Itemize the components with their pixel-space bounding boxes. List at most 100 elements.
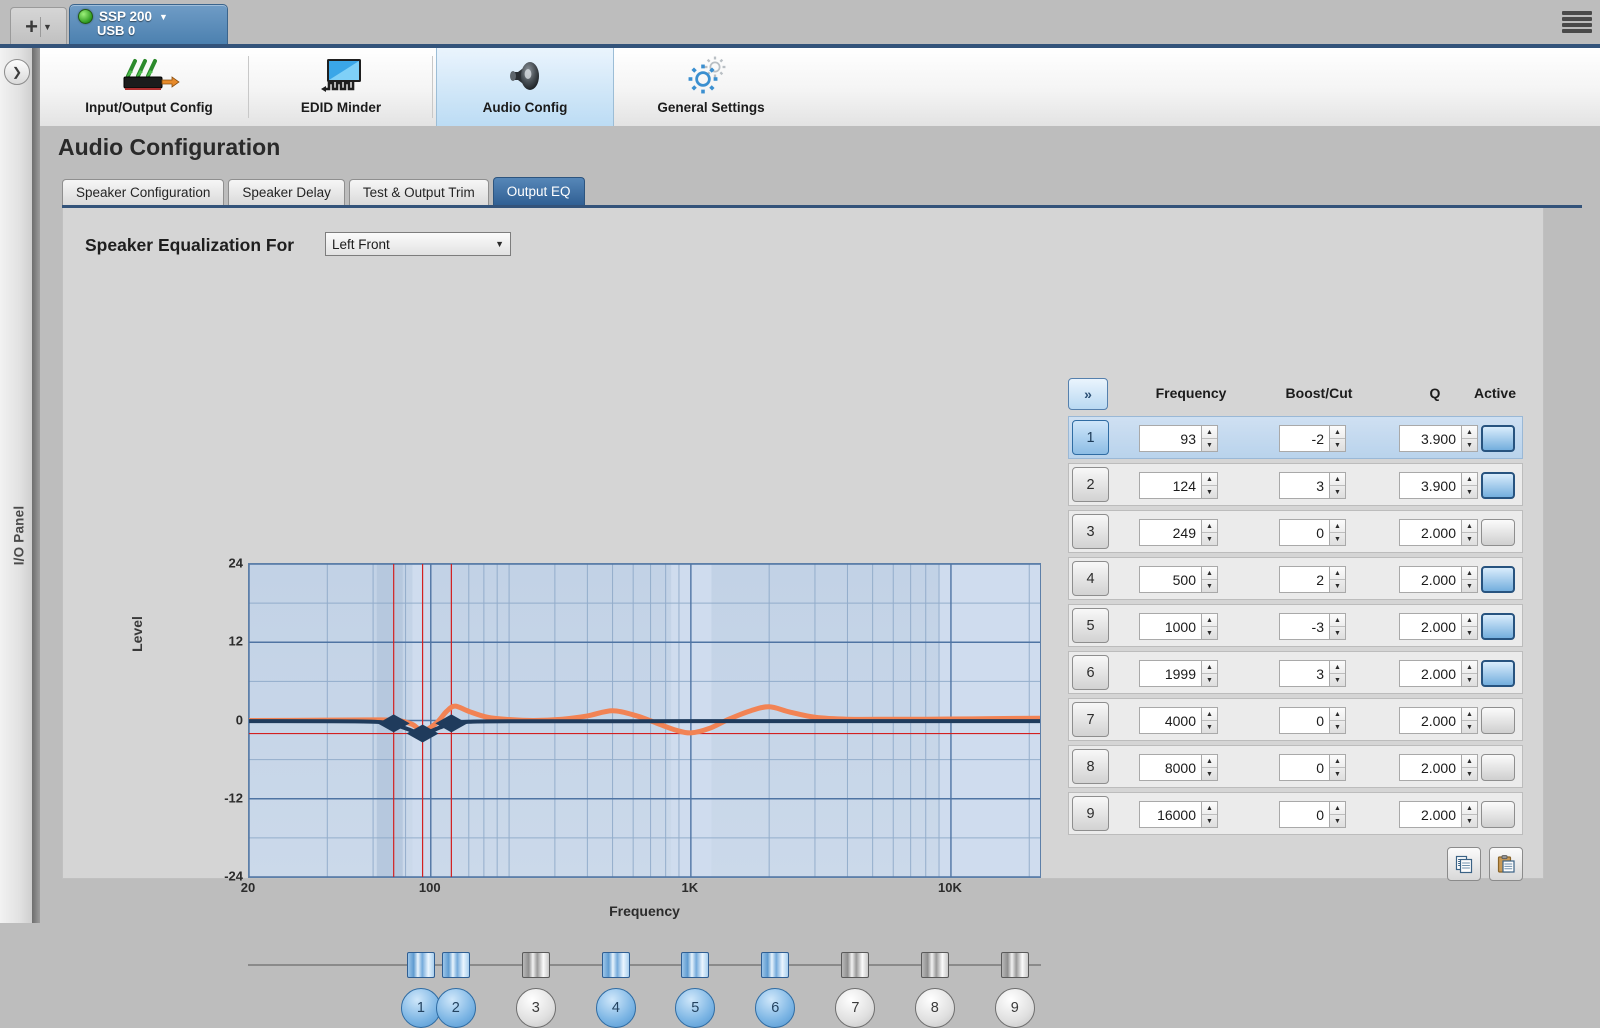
active-toggle[interactable]	[1481, 801, 1515, 828]
frequency-input[interactable]: 1999 ▲ ▼	[1139, 660, 1218, 687]
q-input-stepper[interactable]: ▲ ▼	[1461, 472, 1478, 499]
toolbar-audio-config[interactable]: Audio Config	[436, 48, 614, 126]
q-input[interactable]: 2.000 ▲ ▼	[1399, 519, 1478, 546]
boost-cut-input-value[interactable]: 0	[1279, 754, 1329, 781]
boost-cut-input[interactable]: 3 ▲ ▼	[1279, 472, 1346, 499]
active-toggle[interactable]	[1481, 613, 1515, 640]
chevron-down-icon[interactable]: ▼	[43, 22, 52, 32]
q-input-stepper[interactable]: ▲ ▼	[1461, 613, 1478, 640]
table-row[interactable]: 8 8000 ▲ ▼ 0 ▲ ▼ 2.000 ▲ ▼	[1068, 745, 1523, 788]
stepper-down-icon[interactable]: ▼	[1462, 439, 1477, 451]
stepper-up-icon[interactable]: ▲	[1330, 426, 1345, 439]
boost-cut-input[interactable]: 2 ▲ ▼	[1279, 566, 1346, 593]
new-device-button[interactable]: + ▼	[10, 7, 67, 46]
band-knob-2[interactable]: 2	[436, 988, 476, 1028]
stepper-up-icon[interactable]: ▲	[1202, 426, 1217, 439]
boost-cut-input-value[interactable]: 0	[1279, 801, 1329, 828]
stepper-down-icon[interactable]: ▼	[1202, 439, 1217, 451]
band-knob-6[interactable]: 6	[755, 988, 795, 1028]
stepper-down-icon[interactable]: ▼	[1330, 721, 1345, 733]
boost-cut-input[interactable]: -3 ▲ ▼	[1279, 613, 1346, 640]
stepper-down-icon[interactable]: ▼	[1202, 674, 1217, 686]
frequency-input-stepper[interactable]: ▲ ▼	[1201, 660, 1218, 687]
q-input-stepper[interactable]: ▲ ▼	[1461, 707, 1478, 734]
frequency-input[interactable]: 500 ▲ ▼	[1139, 566, 1218, 593]
stepper-up-icon[interactable]: ▲	[1330, 614, 1345, 627]
frequency-input-stepper[interactable]: ▲ ▼	[1201, 519, 1218, 546]
q-input-value[interactable]: 2.000	[1399, 801, 1461, 828]
active-toggle[interactable]	[1481, 472, 1515, 499]
stepper-down-icon[interactable]: ▼	[1462, 627, 1477, 639]
table-row[interactable]: 7 4000 ▲ ▼ 0 ▲ ▼ 2.000 ▲ ▼	[1068, 698, 1523, 741]
q-input-value[interactable]: 3.900	[1399, 472, 1461, 499]
frequency-input-stepper[interactable]: ▲ ▼	[1201, 754, 1218, 781]
frequency-input-value[interactable]: 16000	[1139, 801, 1201, 828]
q-input[interactable]: 2.000 ▲ ▼	[1399, 566, 1478, 593]
band-slider-handle-8[interactable]	[921, 952, 949, 978]
q-input-stepper[interactable]: ▲ ▼	[1461, 519, 1478, 546]
band-knob-5[interactable]: 5	[675, 988, 715, 1028]
boost-cut-input-value[interactable]: -2	[1279, 425, 1329, 452]
band-knob-3[interactable]: 3	[516, 988, 556, 1028]
stepper-down-icon[interactable]: ▼	[1462, 815, 1477, 827]
toolbar-general-settings[interactable]: General Settings	[618, 48, 804, 126]
toolbar-edid-minder[interactable]: EDID Minder	[256, 48, 426, 126]
boost-cut-input[interactable]: 3 ▲ ▼	[1279, 660, 1346, 687]
band-slider-handle-5[interactable]	[681, 952, 709, 978]
frequency-input-value[interactable]: 124	[1139, 472, 1201, 499]
tab-output-eq[interactable]: Output EQ	[493, 177, 585, 206]
stepper-up-icon[interactable]: ▲	[1330, 567, 1345, 580]
stepper-down-icon[interactable]: ▼	[1330, 815, 1345, 827]
table-row[interactable]: 2 124 ▲ ▼ 3 ▲ ▼ 3.900 ▲ ▼	[1068, 463, 1523, 506]
band-number-button[interactable]: 8	[1072, 749, 1109, 784]
stepper-down-icon[interactable]: ▼	[1330, 768, 1345, 780]
frequency-input-value[interactable]: 8000	[1139, 754, 1201, 781]
table-row[interactable]: 4 500 ▲ ▼ 2 ▲ ▼ 2.000 ▲ ▼	[1068, 557, 1523, 600]
frequency-input-value[interactable]: 249	[1139, 519, 1201, 546]
boost-cut-input-stepper[interactable]: ▲ ▼	[1329, 801, 1346, 828]
boost-cut-input[interactable]: 0 ▲ ▼	[1279, 754, 1346, 781]
band-number-button[interactable]: 4	[1072, 561, 1109, 596]
stepper-down-icon[interactable]: ▼	[1462, 486, 1477, 498]
stepper-up-icon[interactable]: ▲	[1462, 520, 1477, 533]
boost-cut-input-stepper[interactable]: ▲ ▼	[1329, 519, 1346, 546]
q-input-value[interactable]: 2.000	[1399, 613, 1461, 640]
stepper-up-icon[interactable]: ▲	[1330, 473, 1345, 486]
frequency-input-value[interactable]: 1000	[1139, 613, 1201, 640]
boost-cut-input-value[interactable]: 0	[1279, 707, 1329, 734]
stepper-down-icon[interactable]: ▼	[1330, 439, 1345, 451]
chevron-down-icon[interactable]: ▼	[159, 12, 168, 22]
active-toggle[interactable]	[1481, 754, 1515, 781]
stepper-down-icon[interactable]: ▼	[1202, 768, 1217, 780]
frequency-input-stepper[interactable]: ▲ ▼	[1201, 472, 1218, 499]
stepper-down-icon[interactable]: ▼	[1462, 721, 1477, 733]
stepper-up-icon[interactable]: ▲	[1202, 661, 1217, 674]
band-knob-7[interactable]: 7	[835, 988, 875, 1028]
band-slider-handle-7[interactable]	[841, 952, 869, 978]
band-slider-handle-4[interactable]	[602, 952, 630, 978]
tab-speaker-configuration[interactable]: Speaker Configuration	[62, 179, 224, 206]
stepper-down-icon[interactable]: ▼	[1330, 627, 1345, 639]
q-input-stepper[interactable]: ▲ ▼	[1461, 566, 1478, 593]
stepper-up-icon[interactable]: ▲	[1330, 708, 1345, 721]
table-row[interactable]: 5 1000 ▲ ▼ -3 ▲ ▼ 2.000 ▲ ▼	[1068, 604, 1523, 647]
boost-cut-input-stepper[interactable]: ▲ ▼	[1329, 425, 1346, 452]
band-number-button[interactable]: 9	[1072, 796, 1109, 831]
stepper-down-icon[interactable]: ▼	[1202, 580, 1217, 592]
q-input-value[interactable]: 3.900	[1399, 425, 1461, 452]
frequency-input[interactable]: 124 ▲ ▼	[1139, 472, 1218, 499]
active-toggle[interactable]	[1481, 707, 1515, 734]
table-row[interactable]: 3 249 ▲ ▼ 0 ▲ ▼ 2.000 ▲ ▼	[1068, 510, 1523, 553]
boost-cut-input-value[interactable]: 3	[1279, 660, 1329, 687]
stepper-down-icon[interactable]: ▼	[1330, 674, 1345, 686]
stepper-down-icon[interactable]: ▼	[1202, 815, 1217, 827]
boost-cut-input-stepper[interactable]: ▲ ▼	[1329, 660, 1346, 687]
expand-io-panel-icon[interactable]: ❯	[4, 59, 30, 85]
q-input[interactable]: 3.900 ▲ ▼	[1399, 425, 1478, 452]
frequency-input[interactable]: 16000 ▲ ▼	[1139, 801, 1218, 828]
boost-cut-input-stepper[interactable]: ▲ ▼	[1329, 566, 1346, 593]
active-toggle[interactable]	[1481, 519, 1515, 546]
stepper-down-icon[interactable]: ▼	[1462, 674, 1477, 686]
band-number-button[interactable]: 3	[1072, 514, 1109, 549]
stepper-up-icon[interactable]: ▲	[1202, 614, 1217, 627]
